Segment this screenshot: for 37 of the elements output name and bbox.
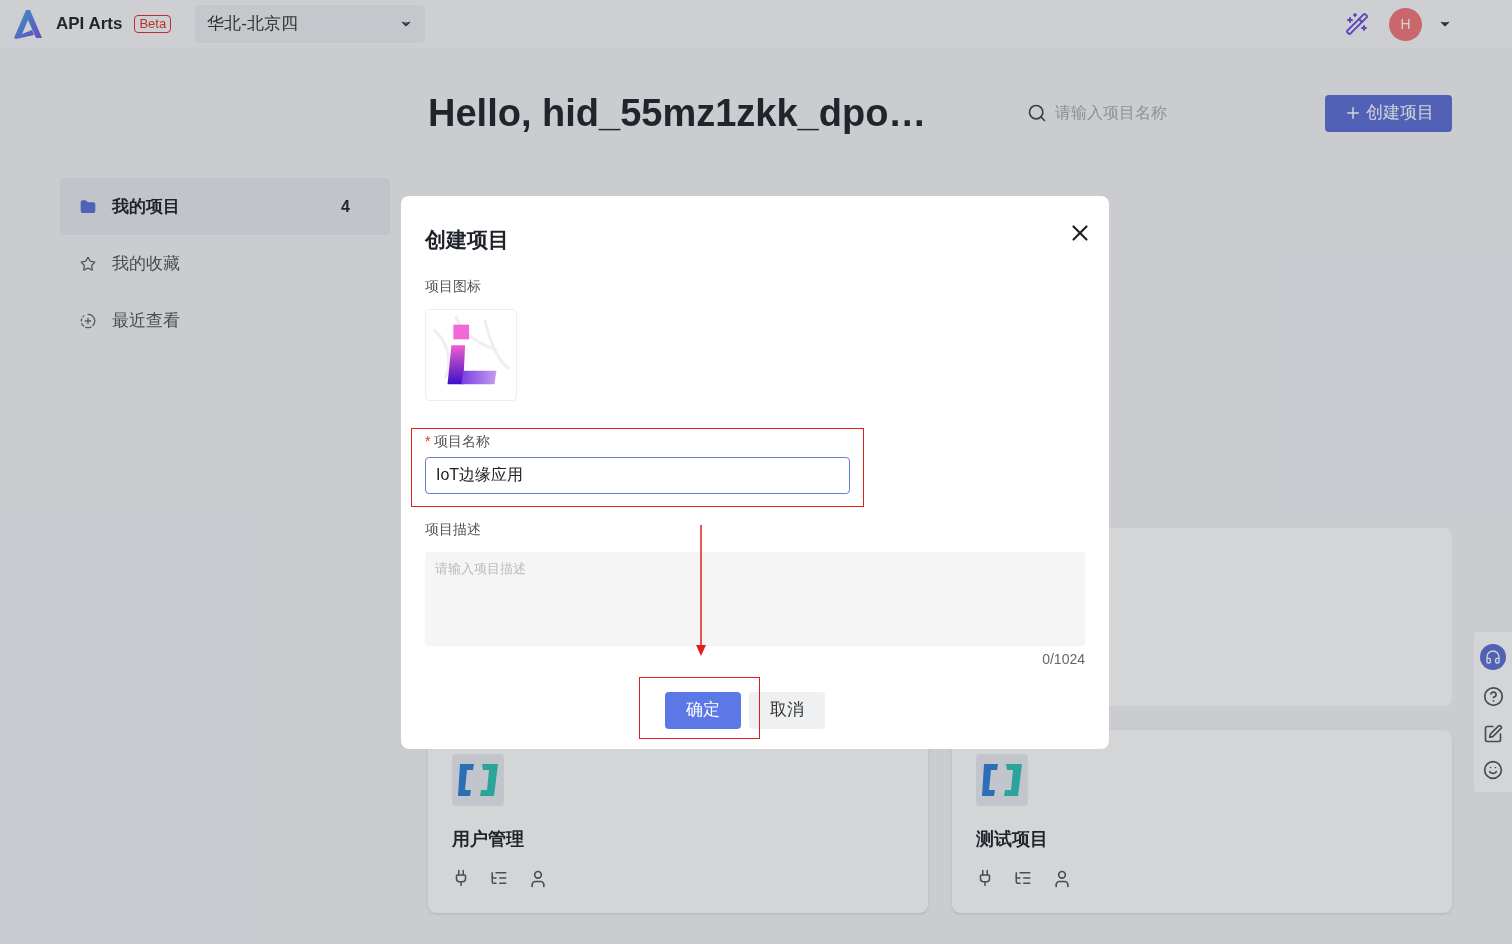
project-icon-preview[interactable] xyxy=(425,308,517,401)
character-counter: 0/1024 xyxy=(1042,649,1085,669)
edit-note-icon[interactable] xyxy=(1483,723,1503,744)
headset-icon[interactable] xyxy=(1480,644,1506,671)
sidebar-item-icon xyxy=(80,198,96,215)
field-label: 项目描述 xyxy=(425,519,482,539)
project-logo-icon xyxy=(976,754,1028,806)
search-icon xyxy=(1027,103,1047,123)
region-select[interactable]: 华北-北京四 xyxy=(195,5,426,43)
beta-badge: Beta xyxy=(134,15,172,33)
sidebar-item[interactable]: 我的项目 4 xyxy=(60,178,390,235)
confirm-button[interactable]: 确定 xyxy=(665,691,741,729)
magic-wand-icon[interactable] xyxy=(1345,12,1369,36)
field-label: 项目图标 xyxy=(425,276,482,296)
sidebar-item-icon xyxy=(80,312,96,329)
smile-icon[interactable] xyxy=(1483,759,1503,780)
project-name: 测试项目 xyxy=(976,828,1049,851)
project-card[interactable]: 测试项目 xyxy=(952,730,1452,913)
flow-icon[interactable] xyxy=(490,869,508,887)
help-icon[interactable] xyxy=(1482,686,1504,708)
required-mark: * xyxy=(425,431,431,451)
logo-icon xyxy=(12,8,44,40)
cancel-button[interactable]: 取消 xyxy=(749,691,825,729)
sidebar-item[interactable]: 我的收藏 xyxy=(60,235,390,292)
project-logo-icon xyxy=(452,754,504,806)
field-label: 项目名称 xyxy=(434,431,491,451)
create-project-button[interactable]: 创建项目 xyxy=(1325,94,1452,132)
sidebar-item-icon xyxy=(80,255,96,272)
flow-icon[interactable] xyxy=(1014,869,1032,887)
sidebar-item[interactable]: 最近查看 xyxy=(60,292,390,349)
greeting-title: Hello, hid_55mz1zkk_dpo… xyxy=(428,90,927,136)
dialog-title: 创建项目 xyxy=(425,227,509,253)
project-name-field[interactable]: IoT边缘应用 xyxy=(425,456,850,494)
user-icon[interactable] xyxy=(528,869,548,889)
app-name: API Arts xyxy=(56,13,123,36)
project-name: 用户管理 xyxy=(452,828,525,851)
user-icon[interactable] xyxy=(1052,869,1072,889)
